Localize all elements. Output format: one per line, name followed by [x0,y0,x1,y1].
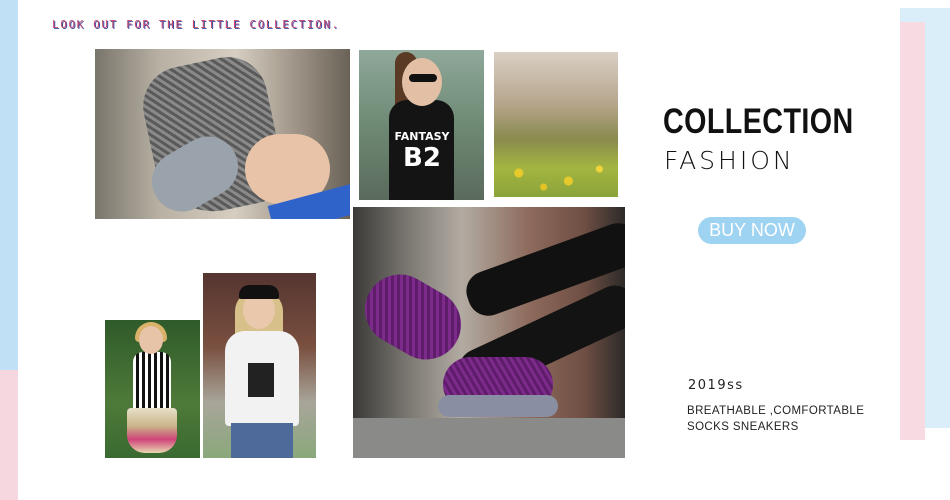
shirt-print-number: B2 [403,143,441,173]
decor-blue-strip-left [0,0,18,370]
tagline: LOOK OUT FOR THE LITTLE COLLECTION. [52,18,340,31]
decor-pink-strip-left [0,370,18,500]
season-label: 2019ss [688,378,744,393]
photo-girl-striped-top [105,320,200,458]
fashion-subtitle: FASHION [664,146,795,175]
description-line-2: SOCKS SNEAKERS [687,421,799,433]
description-line-1: BREATHABLE ,COMFORTABLE [687,405,865,417]
collection-title: COLLECTION [663,102,854,141]
photo-gray-sneaker-in-hand [95,49,350,219]
photo-garden-flowers [494,52,618,197]
photo-girl-fantasy-top: FANTASY B2 [359,50,484,200]
shirt-print-text: FANTASY [394,130,450,143]
photo-purple-sock-sneakers [353,207,625,458]
buy-now-button[interactable]: BUY NOW [698,217,806,244]
photo-girl-white-shirt [203,273,316,458]
